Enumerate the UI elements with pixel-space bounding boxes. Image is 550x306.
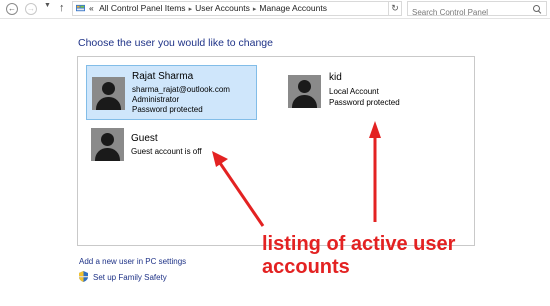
annotation-line-2: accounts xyxy=(262,256,350,278)
annotation-line-1: listing of active user xyxy=(262,233,456,255)
arrow-to-guest xyxy=(218,162,265,227)
arrowhead-icon xyxy=(369,121,381,138)
